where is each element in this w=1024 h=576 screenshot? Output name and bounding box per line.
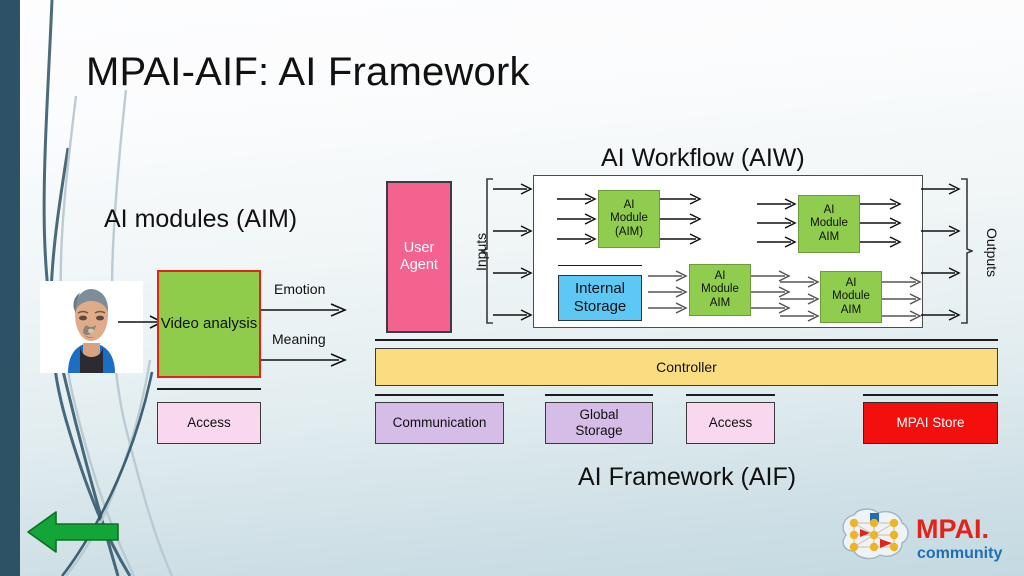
user-agent-label: User Agent [400,239,438,273]
outputs-label: Outputs [984,228,1000,278]
access-box-framework[interactable]: Access [686,402,775,444]
aim4-line3: AIM [840,303,862,316]
aim1-input-arrows [557,193,597,245]
aim3-line2: Module [701,283,739,296]
aim3-input-arrows [648,270,688,314]
heading-ai-framework: AI Framework (AIF) [578,463,797,491]
aim3-line1: AI [714,269,726,282]
ai-module-box-1[interactable]: AI Module (AIM) [598,190,660,248]
global-storage-line2: Storage [575,423,623,438]
aim2-line2: Module [810,217,848,230]
communication-label: Communication [392,415,487,431]
global-storage-box[interactable]: Global Storage [545,402,653,444]
controller-label: Controller [656,358,717,375]
heading-ai-modules: AI modules (AIM) [104,205,298,233]
controller-top-rule [375,339,998,341]
emotion-arrow [261,303,347,317]
aim1-output-arrows [660,193,702,245]
emotion-label: Emotion [274,281,326,297]
access-left-rule [157,388,261,390]
aim1-line3: (AIM) [614,225,644,238]
heading-ai-workflow: AI Workflow (AIW) [601,144,805,172]
aim4-line2: Module [832,290,870,303]
internal-storage-line1: Internal [574,280,626,298]
brain-network-icon [842,508,909,560]
inputs-label: Inputs [473,232,489,271]
access-framework-label: Access [708,415,753,431]
global-storage-line1: Global [579,407,619,423]
video-analysis-label: Video analysis [160,315,258,333]
aim3-line3: AIM [709,296,731,309]
aim2-line1: AI [823,203,835,216]
user-agent-box[interactable]: User Agent [386,181,452,333]
ai-module-box-2[interactable]: AI Module AIM [798,195,860,253]
logo-brand-text: MPAI. [916,514,989,544]
controller-box[interactable]: Controller [375,348,998,386]
ai-module-box-4[interactable]: AI Module AIM [820,271,882,323]
outputs-bracket [921,178,973,324]
aim1-line2: Module [610,212,648,225]
aim2-line3: AIM [818,230,840,243]
page-title: MPAI-AIF: AI Framework [86,50,530,94]
meaning-arrow [261,353,347,367]
internal-storage-line2: Storage [573,298,627,315]
mpai-store-label: MPAI Store [896,415,965,431]
aim4-line1: AI [845,276,857,289]
access-box-left[interactable]: Access [157,402,261,444]
communication-box[interactable]: Communication [375,402,504,444]
aim2-output-arrows [860,198,902,248]
mpai-store-rule [863,394,998,396]
meaning-label: Meaning [272,331,326,347]
communication-rule [375,394,504,396]
global-storage-rule [545,394,653,396]
left-accent-bar [0,0,20,576]
access-rule [686,394,775,396]
internal-storage-box[interactable]: Internal Storage [558,275,642,321]
access-left-label: Access [187,415,231,431]
logo-tagline-text: community [917,545,1002,562]
mpai-community-logo: MPAI. community [832,505,1018,567]
slide-canvas: MPAI-AIF: AI Framework AI modules (AIM) … [0,0,1024,576]
ai-module-box-3[interactable]: AI Module AIM [689,264,751,316]
green-left-arrow[interactable] [26,508,120,556]
mpai-store-box[interactable]: MPAI Store [863,402,998,444]
aim4-input-arrows [780,276,820,322]
aim4-output-arrows [882,276,922,322]
aim2-input-arrows [757,198,797,248]
internal-storage-rule [558,265,642,266]
aim1-line1: AI [623,198,635,211]
video-analysis-box[interactable]: Video analysis [157,270,261,378]
